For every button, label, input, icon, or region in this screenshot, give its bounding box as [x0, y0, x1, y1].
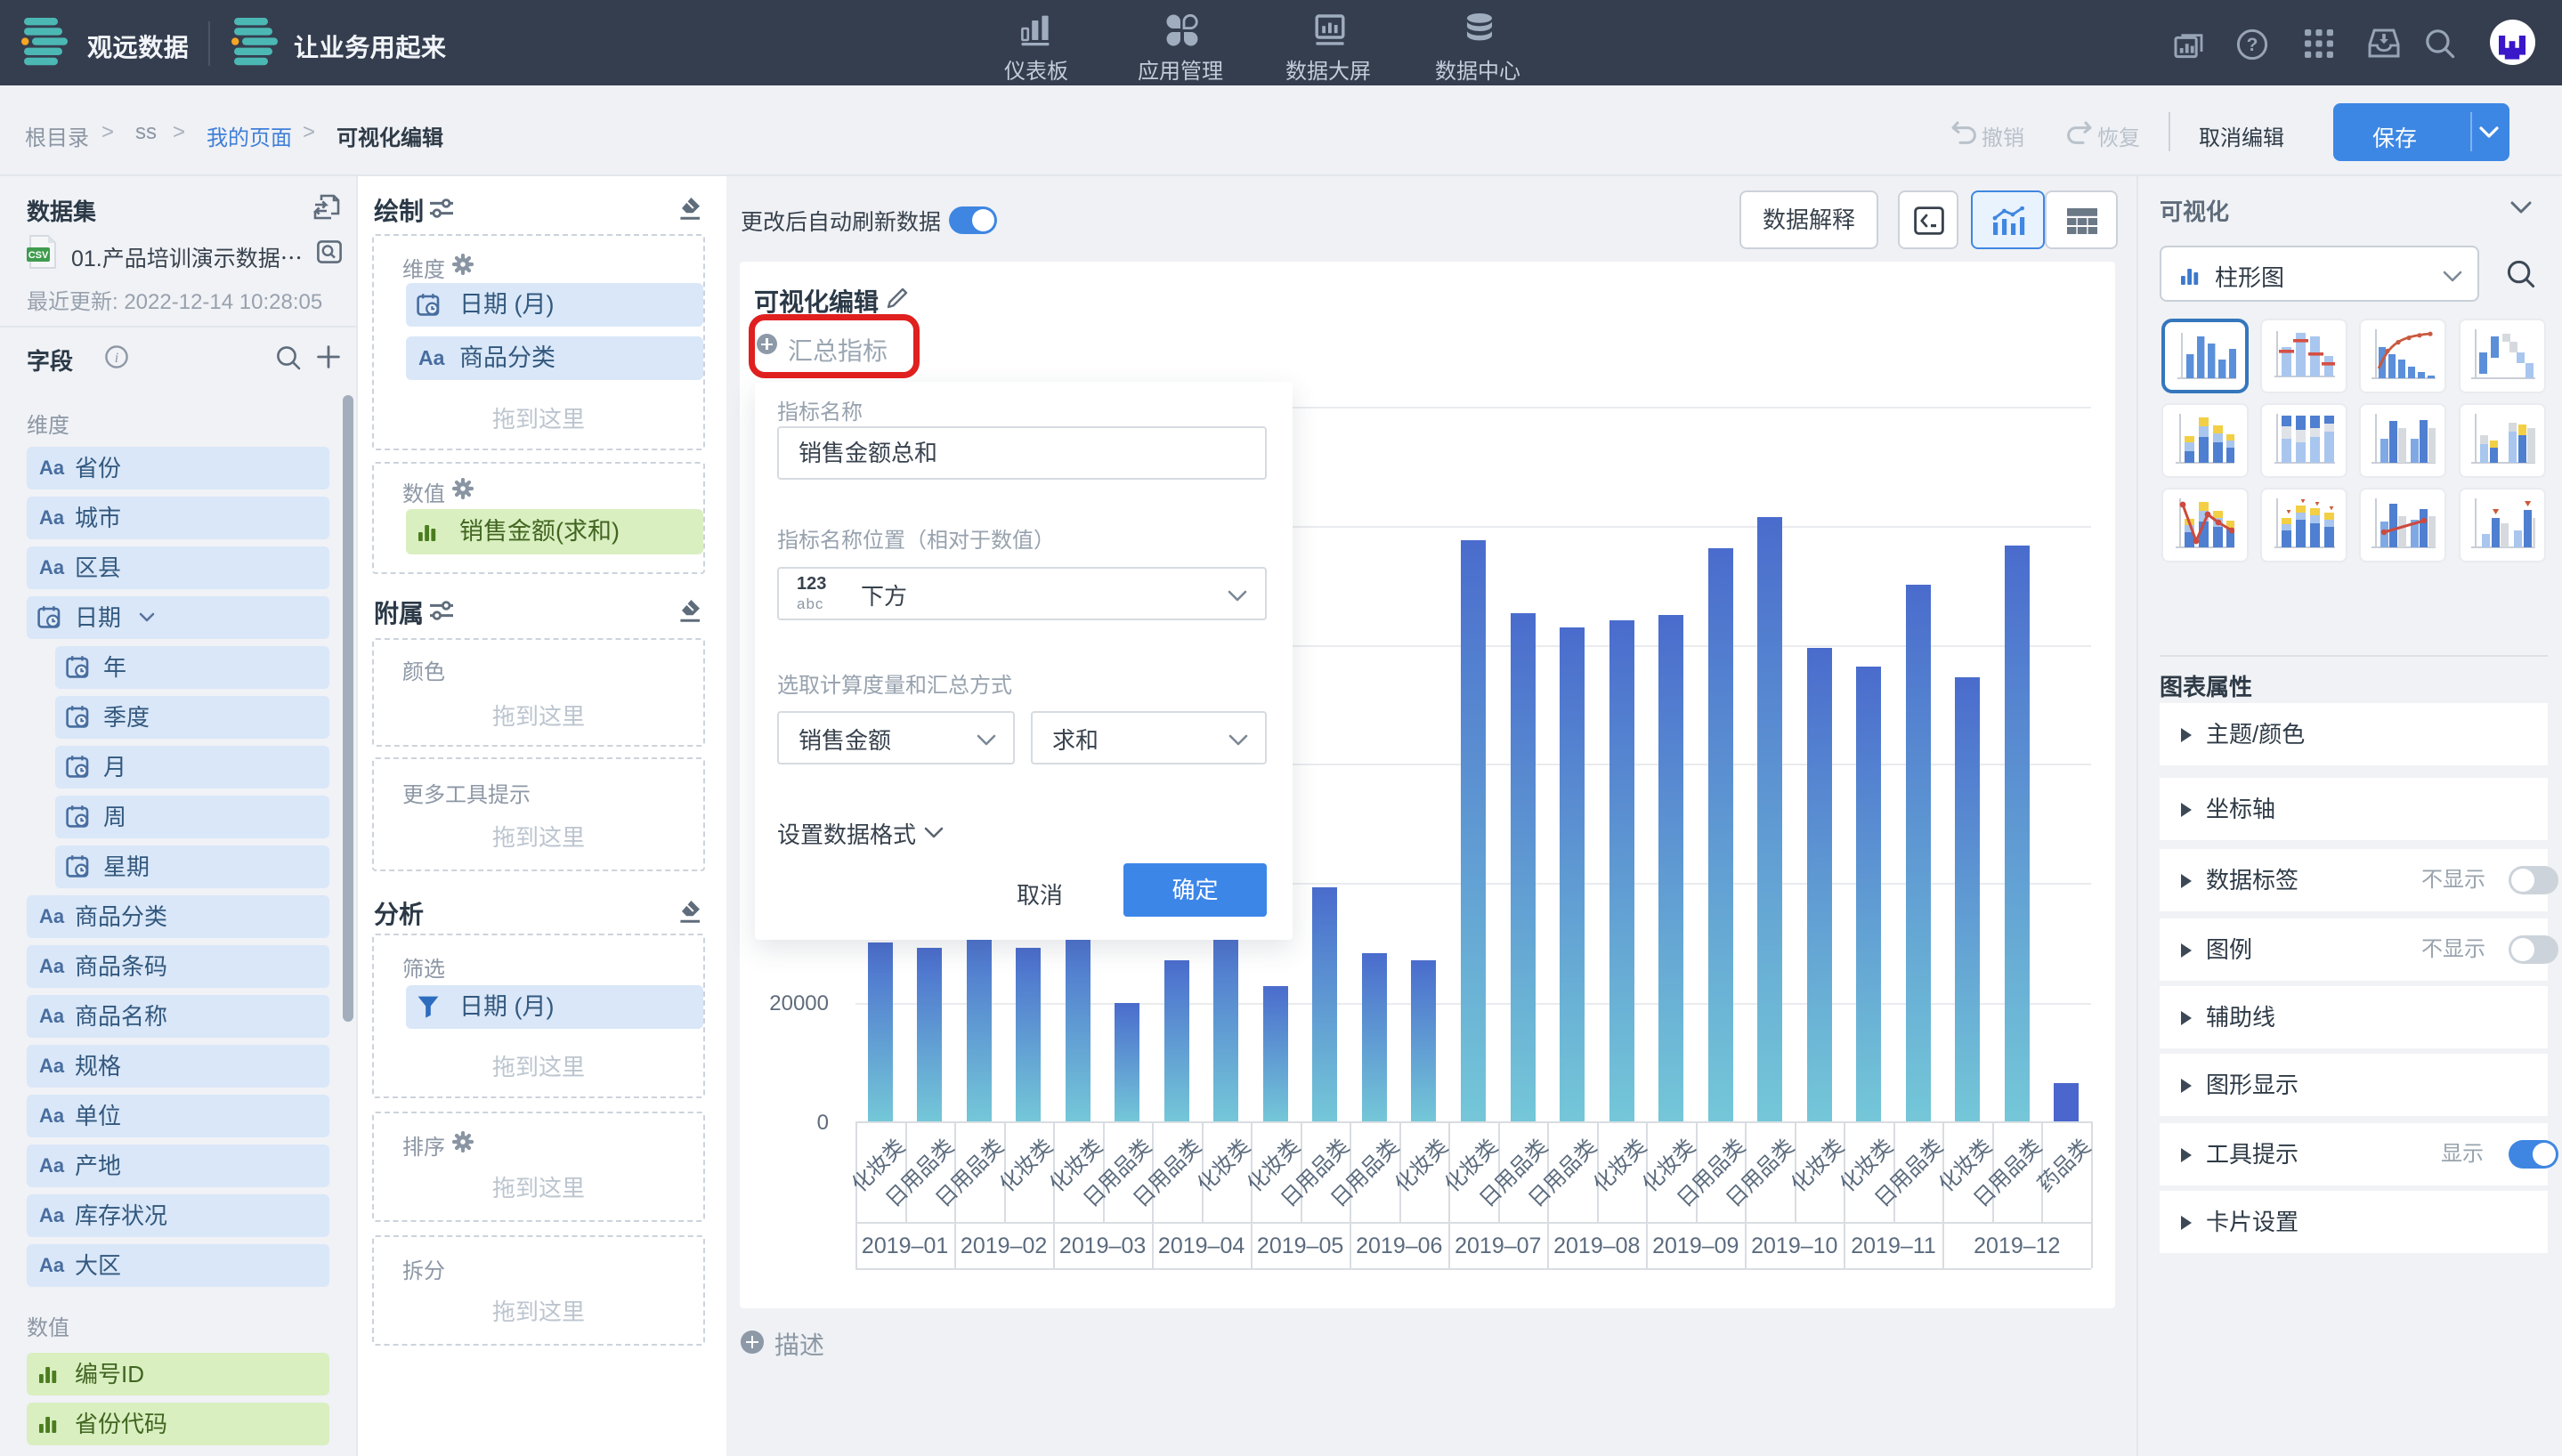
svg-text:i: i — [115, 351, 118, 366]
svg-text:CSV: CSV — [28, 250, 49, 261]
svg-text:?: ? — [2247, 35, 2258, 55]
